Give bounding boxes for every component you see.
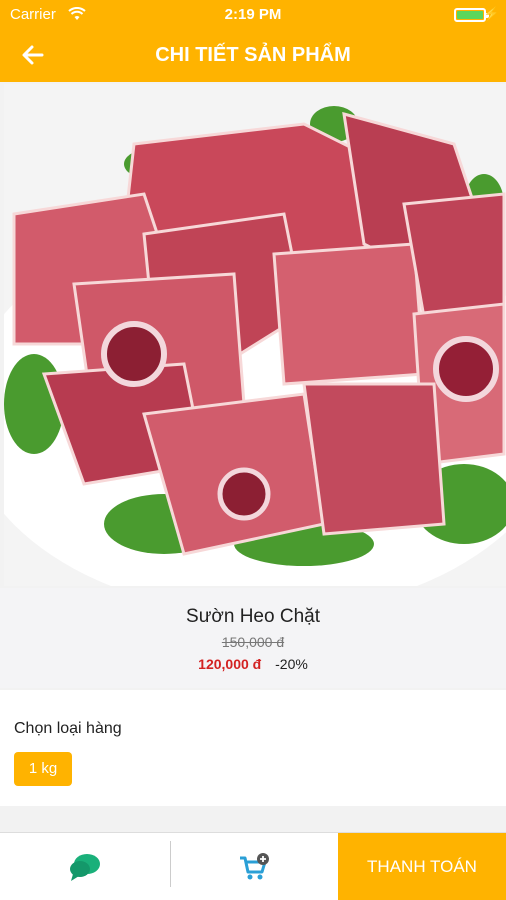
original-price: 150,000 đ [221,634,285,650]
price-line: 120,000 đ -20% [0,656,506,672]
product-info: Sườn Heo Chặt 150,000 đ 120,000 đ -20% [0,588,506,688]
variant-chip-1kg[interactable]: 1 kg [14,752,72,786]
navigation-bar: CHI TIẾT SẢN PHẨM [0,30,506,82]
bottom-action-bar: THANH TOÁN [0,832,506,900]
add-to-cart-button[interactable] [171,833,337,900]
variant-section: Chọn loại hàng 1 kg [0,690,506,806]
discount-badge: -20% [275,656,308,672]
clock: 2:19 PM [224,6,282,23]
status-bar: Carrier 2:19 PM ⚡ [0,0,506,30]
variant-label: Chọn loại hàng [14,720,122,737]
battery-icon [454,8,489,22]
chat-icon [70,854,100,881]
page-title: CHI TIẾT SẢN PHẨM [155,44,351,66]
chat-button[interactable] [0,833,170,900]
product-name: Sườn Heo Chặt [186,606,320,627]
checkout-button[interactable]: THANH TOÁN [338,833,506,900]
pork-ribs-photo-icon [4,84,506,586]
add-to-cart-icon [240,853,269,880]
product-image [4,84,506,586]
charging-icon: ⚡ [483,6,500,21]
sale-price: 120,000 đ [198,656,262,672]
